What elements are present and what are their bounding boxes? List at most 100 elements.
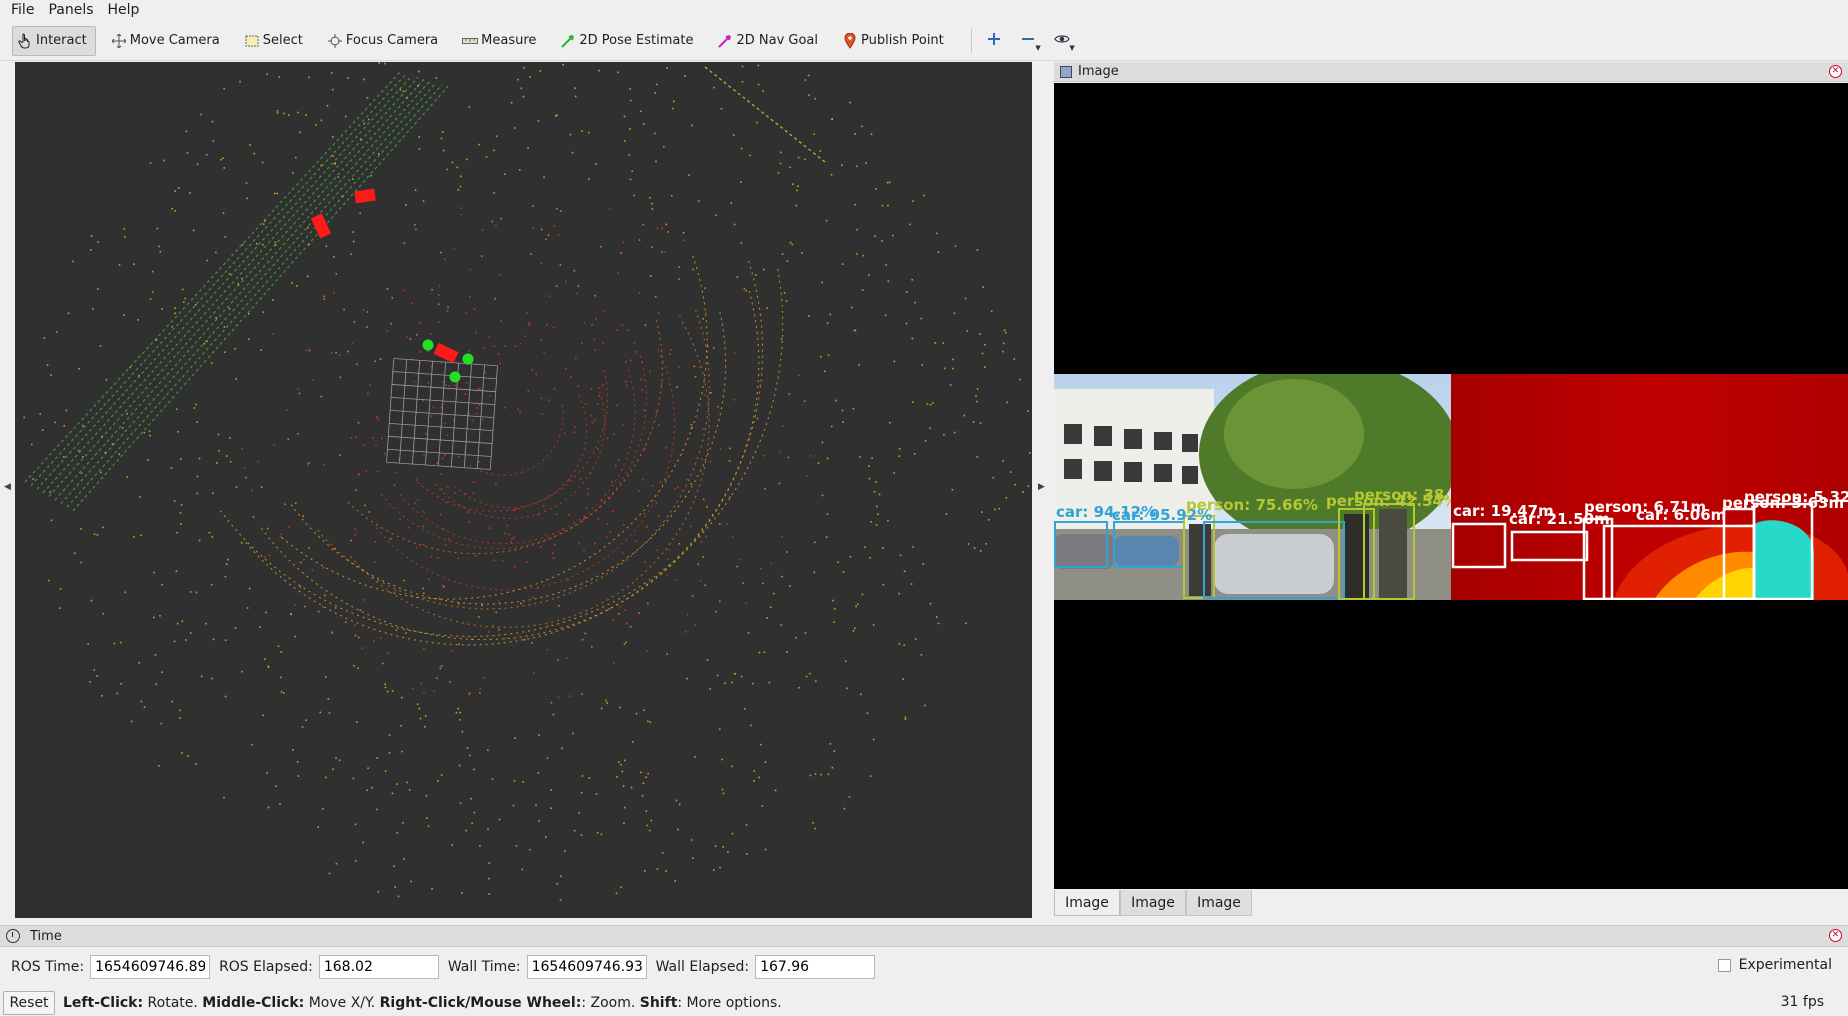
lidar-point — [739, 558, 742, 560]
lidar-point — [1002, 460, 1004, 462]
lidar-point — [333, 292, 335, 294]
lidar-point — [97, 288, 99, 290]
remove-tool-button[interactable]: ▼ — [1014, 26, 1042, 56]
lidar-point — [694, 624, 697, 626]
lidar-point — [377, 890, 380, 893]
2d-pose-estimate-tool-button[interactable]: 2D Pose Estimate — [555, 26, 702, 56]
status-help-text: Left-Click: Rotate. Middle-Click: Move X… — [63, 995, 782, 1011]
lidar-point — [759, 384, 762, 386]
lidar-point — [96, 675, 98, 678]
publish-point-tool-button[interactable]: Publish Point — [837, 26, 953, 56]
lidar-point — [186, 152, 189, 154]
lidar-point — [710, 392, 712, 394]
lidar-point — [240, 542, 243, 544]
2d-nav-goal-tool-button[interactable]: 2D Nav Goal — [712, 26, 827, 56]
lidar-point — [305, 114, 307, 116]
lidar-point — [703, 394, 706, 396]
lidar-point — [262, 714, 264, 717]
lidar-point — [96, 534, 99, 536]
lidar-point — [394, 471, 397, 474]
lidar-point — [623, 822, 625, 825]
wall-elapsed-field[interactable] — [755, 955, 876, 979]
lidar-point — [224, 351, 226, 353]
lidar-point — [819, 150, 822, 152]
left-dock-handle[interactable]: ◀ — [0, 62, 15, 918]
menu-panels[interactable]: Panels — [41, 2, 100, 18]
lidar-point — [417, 70, 420, 73]
person-marker — [449, 371, 461, 383]
close-icon[interactable]: ✕ — [1829, 65, 1842, 78]
lidar-point — [911, 278, 914, 281]
lidar-point — [247, 312, 250, 315]
lidar-point — [460, 175, 462, 178]
lidar-point — [583, 321, 586, 324]
lidar-point — [813, 571, 816, 574]
lidar-point — [813, 133, 815, 135]
measure-tool-button[interactable]: Measure — [457, 26, 545, 56]
lidar-point — [1009, 471, 1012, 473]
lidar-point — [809, 774, 812, 777]
lidar-point — [97, 241, 99, 243]
experimental-toggle[interactable]: Experimental — [1717, 957, 1832, 973]
lidar-point — [885, 264, 887, 266]
add-tool-button[interactable] — [980, 26, 1008, 56]
person-right — [1379, 509, 1407, 600]
3d-viewport[interactable] — [15, 62, 1032, 918]
lidar-point — [584, 516, 586, 518]
lidar-point — [540, 228, 543, 231]
lidar-point — [756, 417, 759, 420]
lidar-point — [540, 339, 542, 341]
view-options-button[interactable]: ▼ — [1048, 26, 1076, 56]
select-tool-button[interactable]: Select — [239, 26, 312, 56]
focus-camera-tool-button[interactable]: Focus Camera — [322, 26, 447, 56]
tab-image-2[interactable]: Image — [1120, 890, 1186, 916]
lidar-point — [706, 659, 709, 661]
lidar-point — [768, 681, 771, 684]
lidar-point — [745, 289, 747, 292]
lidar-point — [458, 764, 461, 767]
ros-time-field[interactable] — [90, 955, 211, 979]
lidar-point — [702, 428, 705, 430]
lidar-point — [227, 558, 229, 561]
lidar-point — [341, 195, 344, 198]
experimental-checkbox[interactable] — [1717, 958, 1731, 972]
tab-image-3[interactable]: Image — [1186, 890, 1252, 916]
lidar-point — [621, 552, 624, 555]
toolbar-separator — [970, 28, 972, 53]
lidar-point — [905, 291, 908, 293]
lidar-point — [504, 637, 506, 640]
lidar-point — [545, 238, 547, 241]
tab-image-1[interactable]: Image — [1054, 890, 1120, 916]
ros-elapsed-field[interactable] — [318, 955, 439, 979]
lidar-point — [354, 860, 357, 862]
lidar-point — [415, 228, 417, 231]
lidar-wall-streak — [30, 73, 407, 487]
lidar-point — [322, 606, 324, 608]
lidar-point — [325, 245, 328, 248]
lidar-point — [451, 161, 454, 164]
menu-file[interactable]: File — [4, 2, 41, 18]
lidar-point — [598, 69, 600, 72]
lidar-point — [827, 773, 830, 776]
lidar-point — [903, 644, 906, 646]
lidar-point — [809, 672, 811, 675]
lidar-point — [220, 158, 222, 161]
lidar-point — [279, 803, 281, 805]
lidar-point — [59, 588, 62, 590]
lidar-point — [439, 251, 442, 254]
lidar-point — [510, 541, 512, 543]
menu-help[interactable]: Help — [101, 2, 147, 18]
lidar-point — [67, 312, 70, 315]
lidar-point — [815, 680, 817, 683]
interact-tool-button[interactable]: Interact — [12, 25, 96, 56]
wall-time-field[interactable] — [526, 955, 647, 979]
move-camera-tool-button[interactable]: Move Camera — [106, 26, 229, 56]
lidar-point — [245, 182, 248, 184]
lidar-point — [422, 543, 425, 546]
reset-button[interactable]: Reset — [3, 990, 55, 1015]
lidar-point — [550, 807, 552, 809]
lidar-point — [763, 651, 766, 654]
splitter-handle[interactable]: ▶ — [1032, 62, 1054, 918]
lidar-point — [326, 104, 329, 107]
close-icon[interactable]: ✕ — [1829, 929, 1842, 942]
